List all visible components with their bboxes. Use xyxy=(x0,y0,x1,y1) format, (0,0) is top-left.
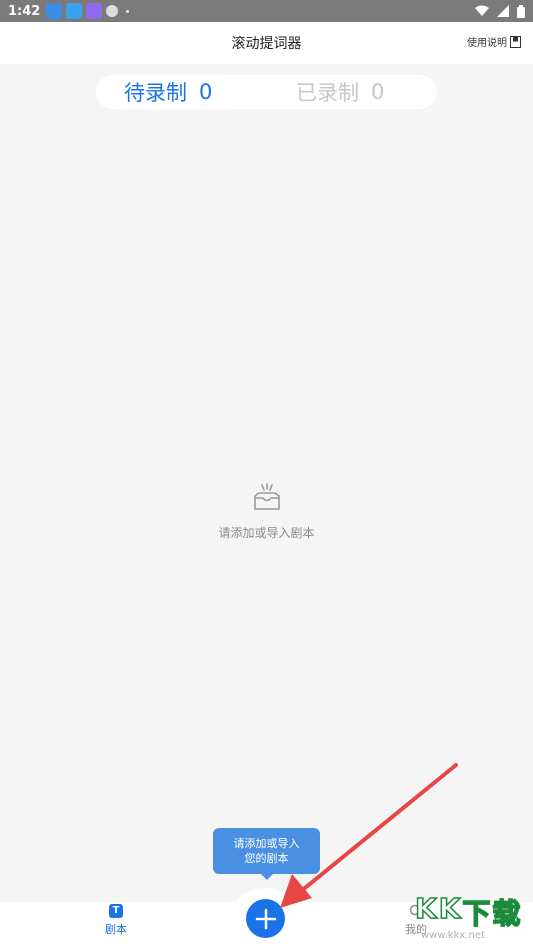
watermark-letter: 载 xyxy=(492,896,522,931)
tab-pending[interactable]: 待录制 0 xyxy=(124,77,212,107)
inbox-icon xyxy=(253,483,280,510)
watermark-letters: K K 下 载 xyxy=(414,891,530,932)
battery-icon xyxy=(517,4,525,18)
status-indicators xyxy=(475,4,525,18)
nav-item-script[interactable]: T 剧本 xyxy=(86,904,146,937)
tab-recorded-label: 已录制 xyxy=(296,81,359,105)
tab-recorded-count: 0 xyxy=(371,80,385,104)
notification-dot-icon xyxy=(126,9,130,13)
wifi-icon xyxy=(475,5,489,16)
watermark-letter: K xyxy=(414,891,437,926)
app-notification-icon xyxy=(46,3,63,19)
empty-state: 请添加或导入剧本 xyxy=(0,482,533,541)
status-bar: 1:42 xyxy=(0,0,533,22)
signal-icon xyxy=(497,5,509,17)
app-header: 滚动提词器 使用说明 xyxy=(0,22,533,64)
tab-pending-label: 待录制 xyxy=(124,81,187,105)
watermark-letter: K xyxy=(438,891,461,926)
page-title: 滚动提词器 xyxy=(231,36,302,52)
watermark-logo: K K 下 载 www.kkx.net xyxy=(414,891,530,946)
tab-recorded[interactable]: 已录制 0 xyxy=(296,77,384,107)
document-icon xyxy=(510,35,521,48)
watermark-letter: 下 xyxy=(462,896,492,931)
tab-pending-count: 0 xyxy=(199,80,213,104)
help-button[interactable]: 使用说明 xyxy=(467,34,521,49)
app-notification-icon xyxy=(86,3,103,19)
help-label: 使用说明 xyxy=(467,38,507,49)
app-notification-icon xyxy=(66,3,83,19)
clock-icon xyxy=(106,5,119,17)
nav-script-label: 剧本 xyxy=(105,923,127,936)
record-tabs: 待录制 0 已录制 0 xyxy=(96,75,437,109)
status-time: 1:42 xyxy=(8,3,41,19)
script-icon: T xyxy=(109,904,123,918)
empty-message: 请添加或导入剧本 xyxy=(218,526,315,540)
